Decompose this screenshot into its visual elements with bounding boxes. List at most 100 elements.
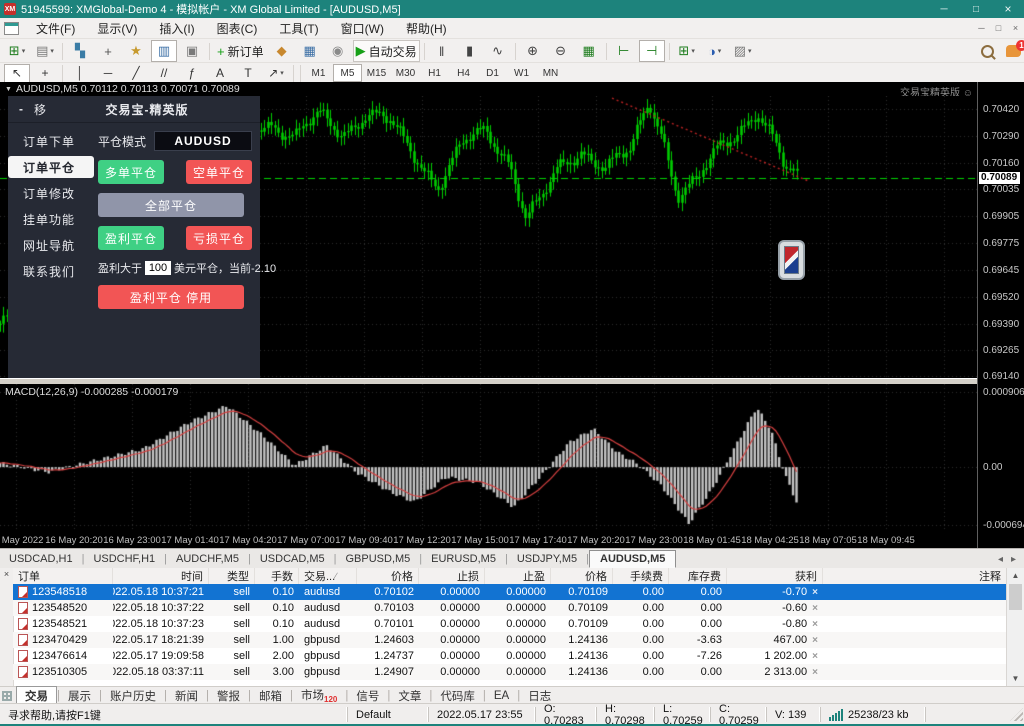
timeframe-D1[interactable]: D1	[478, 64, 507, 82]
autotrade-button[interactable]: ▶自动交易	[353, 40, 420, 62]
menu-item-3[interactable]: 图表(C)	[206, 18, 269, 38]
chart-collapse-icon[interactable]: ▼	[5, 86, 12, 93]
bottom-tab-邮箱[interactable]: 邮箱	[251, 687, 290, 705]
menu-item-6[interactable]: 帮助(H)	[395, 18, 458, 38]
menu-item-5[interactable]: 窗口(W)	[330, 18, 395, 38]
search-icon[interactable]	[981, 45, 994, 58]
favorites-icon[interactable]: ★	[123, 40, 149, 62]
close-button[interactable]: ×	[992, 0, 1024, 18]
price-axis[interactable]: 0.704200.702900.701600.700350.699050.697…	[977, 82, 1024, 548]
table-row[interactable]: 1235485182022.05.18 10:37:21sell0.10audu…	[13, 584, 1007, 600]
close-short-button[interactable]: 空单平仓	[186, 160, 252, 184]
column-header-5[interactable]: 价格	[357, 568, 419, 584]
trendline-icon[interactable]: ╱	[123, 64, 149, 83]
column-header-7[interactable]: 止盈	[485, 568, 551, 584]
bottom-tab-新闻[interactable]: 新闻	[167, 687, 206, 705]
table-row[interactable]: 1235103052022.05.18 03:37:11sell3.00gbpu…	[13, 664, 1007, 680]
text-icon[interactable]: A	[207, 64, 233, 83]
scroll-down-icon[interactable]: ▼	[1007, 671, 1024, 686]
symbol-select[interactable]: AUDUSD	[154, 131, 252, 151]
cursor-icon[interactable]: ↖	[4, 64, 30, 83]
tab-scroll-left-icon[interactable]: ◂	[994, 554, 1007, 565]
strategy-tester-icon[interactable]: ◉	[325, 40, 351, 62]
expert-advisors-icon[interactable]: ◆	[269, 40, 295, 62]
chart-tab-USDCAD-H1[interactable]: USDCAD,H1	[0, 551, 82, 567]
close-order-icon[interactable]: ×	[812, 667, 818, 678]
bottom-tab-账户历史[interactable]: 账户历史	[102, 687, 164, 705]
bottom-tab-文章[interactable]: 文章	[390, 687, 429, 705]
timeframe-M15[interactable]: M15	[362, 64, 391, 82]
scroll-up-icon[interactable]: ▲	[1007, 568, 1024, 583]
timeframe-M30[interactable]: M30	[391, 64, 420, 82]
column-header-8[interactable]: 价格	[551, 568, 613, 584]
column-header-1[interactable]: 时间	[113, 568, 209, 584]
menu-item-4[interactable]: 工具(T)	[268, 18, 329, 38]
column-header-10[interactable]: 库存费	[669, 568, 727, 584]
column-header-3[interactable]: 手数	[255, 568, 299, 584]
chart-tab-USDJPY-M5[interactable]: USDJPY,M5	[508, 551, 586, 567]
column-header-4[interactable]: 交易... ∕	[299, 568, 357, 584]
bottom-tab-展示[interactable]: 展示	[60, 687, 99, 705]
panel-nav-网址导航[interactable]: 网址导航	[8, 234, 96, 256]
data-window-icon[interactable]: ▣	[179, 40, 205, 62]
table-row[interactable]: 1235485202022.05.18 10:37:22sell0.10audu…	[13, 600, 1007, 616]
mdi-restore-icon[interactable]: □	[990, 21, 1007, 35]
menu-item-0[interactable]: 文件(F)	[25, 18, 86, 38]
terminal-scrollbar[interactable]: ▲ ▼	[1006, 568, 1024, 686]
close-order-icon[interactable]: ×	[812, 619, 818, 630]
menu-item-1[interactable]: 显示(V)	[86, 18, 148, 38]
status-profile[interactable]: Default	[347, 707, 428, 722]
panel-nav-联系我们[interactable]: 联系我们	[8, 260, 96, 282]
timeframe-MN[interactable]: MN	[536, 64, 565, 82]
chart-shift-icon[interactable]: ⊣	[639, 40, 665, 62]
chart-tab-AUDUSD-M5[interactable]: AUDUSD,M5	[589, 550, 676, 568]
vline-icon[interactable]: │	[67, 64, 93, 83]
terminal-icon[interactable]: ▦	[297, 40, 323, 62]
auto-scroll-icon[interactable]: ⊢	[611, 40, 637, 62]
text-label-icon[interactable]: T	[235, 64, 261, 83]
timeframe-M1[interactable]: M1	[304, 64, 333, 82]
hline-icon[interactable]: ─	[95, 64, 121, 83]
profit-close-toggle-button[interactable]: 盈利平仓 停用	[98, 285, 244, 309]
chart-tab-AUDCHF-M5[interactable]: AUDCHF,M5	[167, 551, 248, 567]
panel-minimize-button[interactable]: -	[8, 102, 34, 116]
candle-chart-icon[interactable]: ▮	[457, 40, 483, 62]
column-header-12[interactable]: 注释	[823, 568, 1007, 584]
timeframe-M5[interactable]: M5	[333, 64, 362, 82]
chart-tab-USDCAD-M5[interactable]: USDCAD,M5	[251, 551, 334, 567]
close-order-icon[interactable]: ×	[812, 603, 818, 614]
panel-nav-订单下单[interactable]: 订单下单	[8, 130, 96, 152]
tick-chart-icon[interactable]: ▚	[67, 40, 93, 62]
close-profit-button[interactable]: 盈利平仓	[98, 226, 164, 250]
timeframe-H1[interactable]: H1	[420, 64, 449, 82]
column-header-2[interactable]: 类型	[209, 568, 255, 584]
panel-nav-订单平仓[interactable]: 订单平仓	[8, 156, 94, 178]
profiles-icon[interactable]: ▤▾	[32, 40, 58, 62]
macd-chart-canvas[interactable]	[0, 384, 977, 532]
column-header-6[interactable]: 止损	[419, 568, 485, 584]
close-order-icon[interactable]: ×	[812, 587, 818, 598]
bottom-tab-代码库[interactable]: 代码库	[432, 687, 483, 705]
scrollbar-thumb[interactable]	[1009, 584, 1022, 610]
bottom-tab-EA[interactable]: EA	[486, 689, 517, 703]
close-long-button[interactable]: 多单平仓	[98, 160, 164, 184]
fibonacci-icon[interactable]: ƒ	[179, 64, 205, 83]
time-axis[interactable]: 16 May 202216 May 20:2016 May 23:0017 Ma…	[0, 532, 977, 548]
chart-tab-GBPUSD-M5[interactable]: GBPUSD,M5	[337, 551, 420, 567]
zoom-out-icon[interactable]: ⊖	[548, 40, 574, 62]
notifications-icon[interactable]: 1	[1006, 45, 1021, 57]
tab-scroll-right-icon[interactable]: ▸	[1007, 554, 1020, 565]
crosshair-tool-icon[interactable]: +	[32, 64, 58, 83]
bottom-tab-信号[interactable]: 信号	[348, 687, 387, 705]
close-order-icon[interactable]: ×	[812, 651, 818, 662]
bottom-tab-警报[interactable]: 警报	[209, 687, 248, 705]
mdi-close-icon[interactable]: ×	[1007, 21, 1024, 35]
table-row[interactable]: 1234704292022.05.17 18:21:39sell1.00gbpu…	[13, 632, 1007, 648]
column-header-11[interactable]: 获利	[727, 568, 823, 584]
arrows-icon[interactable]: ↗▾	[263, 64, 289, 83]
close-loss-button[interactable]: 亏损平仓	[186, 226, 252, 250]
templates-icon[interactable]: ▨▾	[730, 40, 756, 62]
panel-nav-挂单功能[interactable]: 挂单功能	[8, 208, 96, 230]
new-order-button[interactable]: +新订单	[214, 40, 267, 62]
terminal-close-icon[interactable]: ×	[0, 569, 13, 579]
